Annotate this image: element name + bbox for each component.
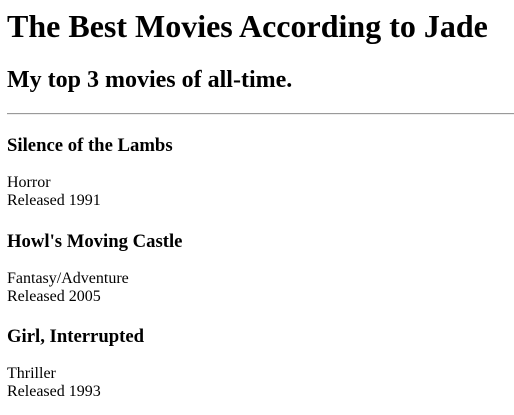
movie-genre: Thriller: [7, 365, 56, 382]
movie-details: Thriller Released 1993: [7, 365, 514, 401]
movie-release: Released 2005: [7, 288, 101, 305]
movie-item: Silence of the Lambs Horror Released 199…: [7, 135, 514, 210]
movie-genre: Fantasy/Adventure: [7, 270, 129, 287]
movie-title: Howl's Moving Castle: [7, 231, 183, 252]
movie-item: Howl's Moving Castle Fantasy/Adventure R…: [7, 231, 514, 306]
movie-genre: Horror: [7, 174, 51, 191]
movie-title: Girl, Interrupted: [7, 326, 145, 347]
movie-details: Fantasy/Adventure Released 2005: [7, 270, 514, 306]
movie-title: Silence of the Lambs: [7, 135, 173, 156]
movie-release: Released 1991: [7, 192, 101, 209]
page-title: The Best Movies According to Jade: [7, 8, 488, 44]
divider: [7, 113, 514, 115]
page-subtitle: My top 3 movies of all-time.: [7, 67, 293, 93]
movie-release: Released 1993: [7, 383, 101, 400]
movie-details: Horror Released 1991: [7, 174, 514, 210]
movie-item: Girl, Interrupted Thriller Released 1993: [7, 326, 514, 401]
